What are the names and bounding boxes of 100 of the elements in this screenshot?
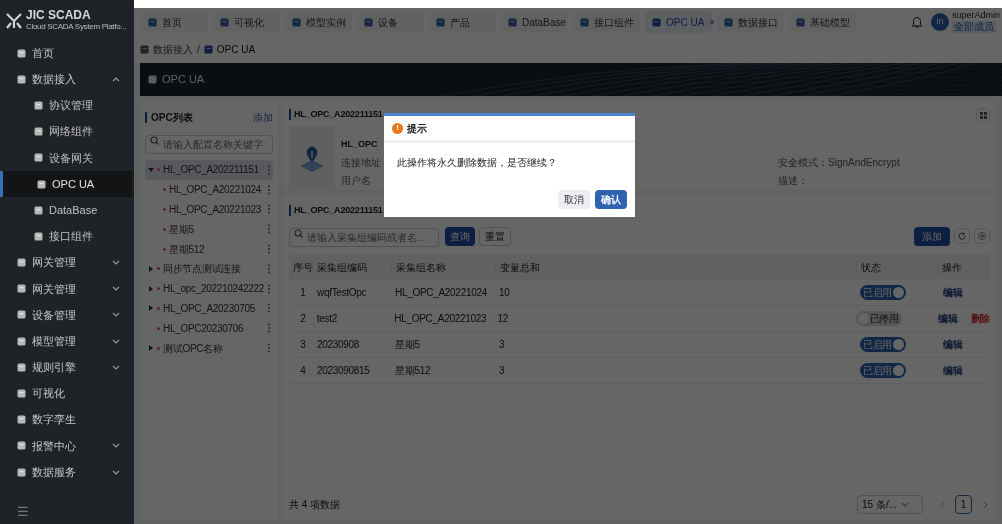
sidebar-item[interactable]: 设备网关 (0, 144, 134, 171)
breadcrumb-item[interactable]: OPC UA (216, 42, 256, 57)
tile-icon (203, 45, 213, 54)
refresh-button[interactable] (954, 228, 970, 244)
nav-tab[interactable]: 模型实例 (285, 11, 352, 33)
table-cell-text: 2 (299, 312, 307, 326)
table-cell-text: 3 (498, 364, 506, 378)
nav-tab[interactable]: 首页 (141, 11, 208, 33)
settings-button[interactable] (974, 228, 990, 244)
logo-title: JIC SCADA (26, 8, 91, 22)
collapse-menu-button[interactable]: ☰ (0, 500, 134, 524)
status-dot-icon (157, 287, 160, 291)
delete-link[interactable]: 删除 (970, 311, 990, 326)
sidebar-item[interactable]: 报警中心 (0, 432, 134, 459)
sidebar-item[interactable]: DataBase (0, 197, 134, 224)
nav-tab[interactable]: 接口组件 (573, 11, 640, 33)
chevron-down-icon (112, 285, 120, 293)
sidebar-item[interactable]: 协议管理 (0, 92, 134, 119)
status-switch[interactable]: 已启用 (860, 337, 906, 352)
user-avatar[interactable]: in (930, 13, 949, 31)
nav-tab[interactable]: 设备 (357, 11, 424, 33)
sidebar-item[interactable]: 数字孪生 (0, 406, 134, 433)
add-button[interactable]: 添加 (914, 226, 950, 246)
edit-link[interactable]: 编辑 (943, 285, 963, 300)
status-dot-icon (163, 247, 166, 251)
sidebar-item[interactable]: 首页 (0, 40, 134, 67)
more-icon (267, 263, 271, 274)
close-button[interactable]: × (709, 14, 716, 30)
page-size-select[interactable]: 15 条/... (857, 495, 923, 514)
sidebar-item[interactable]: 设备管理 (0, 301, 134, 329)
column-header: 变量总和 (495, 259, 856, 275)
settings-button[interactable] (976, 108, 990, 122)
tile-icon (652, 17, 661, 27)
table-cell-text: 12 (496, 312, 510, 326)
dialog-message: 此操作将永久删除数据，是否继续？ (396, 156, 558, 170)
status-switch[interactable]: 已启用 (860, 285, 906, 300)
settings-icon (977, 231, 987, 241)
search-icon (150, 136, 159, 145)
sidebar-item[interactable]: 网络组件 (0, 118, 134, 145)
nav-tab[interactable]: DataBase (501, 11, 568, 33)
sidebar-item[interactable]: 规则引擎 (0, 354, 134, 381)
tile-icon (17, 336, 26, 346)
tile-icon (17, 74, 26, 84)
table-cell-text: 星期5 (394, 338, 421, 352)
grid-icon (978, 110, 989, 121)
sidebar-item[interactable]: 数据接入 (0, 66, 134, 93)
caret-right-icon (148, 345, 154, 352)
status-dot-icon (157, 326, 160, 330)
tree-node[interactable]: HL_OPC_A202211151 (145, 160, 273, 180)
nav-tab[interactable]: 基础模型 (789, 11, 856, 33)
chevron-down-icon (112, 259, 120, 267)
column-header: 操作 (937, 259, 990, 275)
status-switch[interactable]: 已停用 (855, 311, 902, 326)
table-cell-text: HL_OPC_A20221024 (394, 286, 488, 300)
user-name: superAdmin (951, 11, 1000, 20)
edit-link[interactable]: 编辑 (938, 311, 958, 326)
role-tag: 全部成员 (951, 21, 996, 33)
status-switch[interactable]: 已启用 (860, 363, 906, 378)
tile-icon (34, 231, 43, 241)
more-icon (267, 303, 271, 314)
nav-tab[interactable]: 数据接口 (717, 11, 784, 33)
card-title: HL_OPC_A202211151 (289, 205, 383, 216)
more-icon (267, 323, 271, 334)
tile-icon (140, 45, 149, 54)
tile-icon (436, 17, 445, 27)
sidebar-item[interactable]: 网关管理 (0, 275, 134, 302)
sidebar-item[interactable]: 数据服务 (0, 459, 134, 486)
status-dot-icon (163, 227, 166, 231)
info-text: 描述： (778, 173, 808, 188)
add-link[interactable]: 添加 (253, 110, 273, 125)
page-button[interactable]: 1 (955, 495, 972, 514)
sidebar-item[interactable]: OPC UA (0, 170, 132, 198)
nav-tab[interactable]: 可视化 (213, 11, 280, 33)
caret-right-icon (148, 305, 154, 312)
breadcrumb-separator: / (197, 43, 200, 57)
sidebar-item[interactable]: 可视化 (0, 380, 134, 407)
table-cell-text: 星期512 (394, 364, 432, 378)
edit-link[interactable]: 编辑 (943, 363, 963, 378)
tile-icon (17, 441, 26, 451)
cancel-button[interactable]: 取消 (558, 190, 590, 209)
breadcrumb-item[interactable]: 数据接入 (153, 42, 193, 57)
sidebar-item[interactable]: 网关管理 (0, 249, 134, 276)
caret-right-icon (148, 285, 154, 292)
confirm-button[interactable]: 确认 (595, 190, 627, 209)
table-cell-text: 1 (299, 286, 307, 300)
sidebar-item[interactable]: 接口组件 (0, 223, 134, 250)
chevron-left-icon (939, 500, 945, 509)
status-dot-icon (163, 188, 166, 192)
column-header: 采集组编码 (316, 260, 368, 275)
caret-right-icon (148, 265, 154, 272)
table-cell-text: 20230908 (316, 338, 361, 352)
column-header: 序号 (292, 260, 313, 275)
sidebar-item[interactable]: 模型管理 (0, 328, 134, 355)
total-count: 共 4 项数据 (289, 498, 341, 512)
edit-link[interactable]: 编辑 (943, 337, 963, 352)
table-cell-text: 2023090815 (316, 364, 371, 378)
search-button[interactable]: 查询 (445, 226, 475, 246)
tile-icon (364, 17, 373, 27)
nav-tab[interactable]: 产品 (429, 11, 496, 33)
reset-button[interactable]: 重置 (479, 226, 511, 246)
